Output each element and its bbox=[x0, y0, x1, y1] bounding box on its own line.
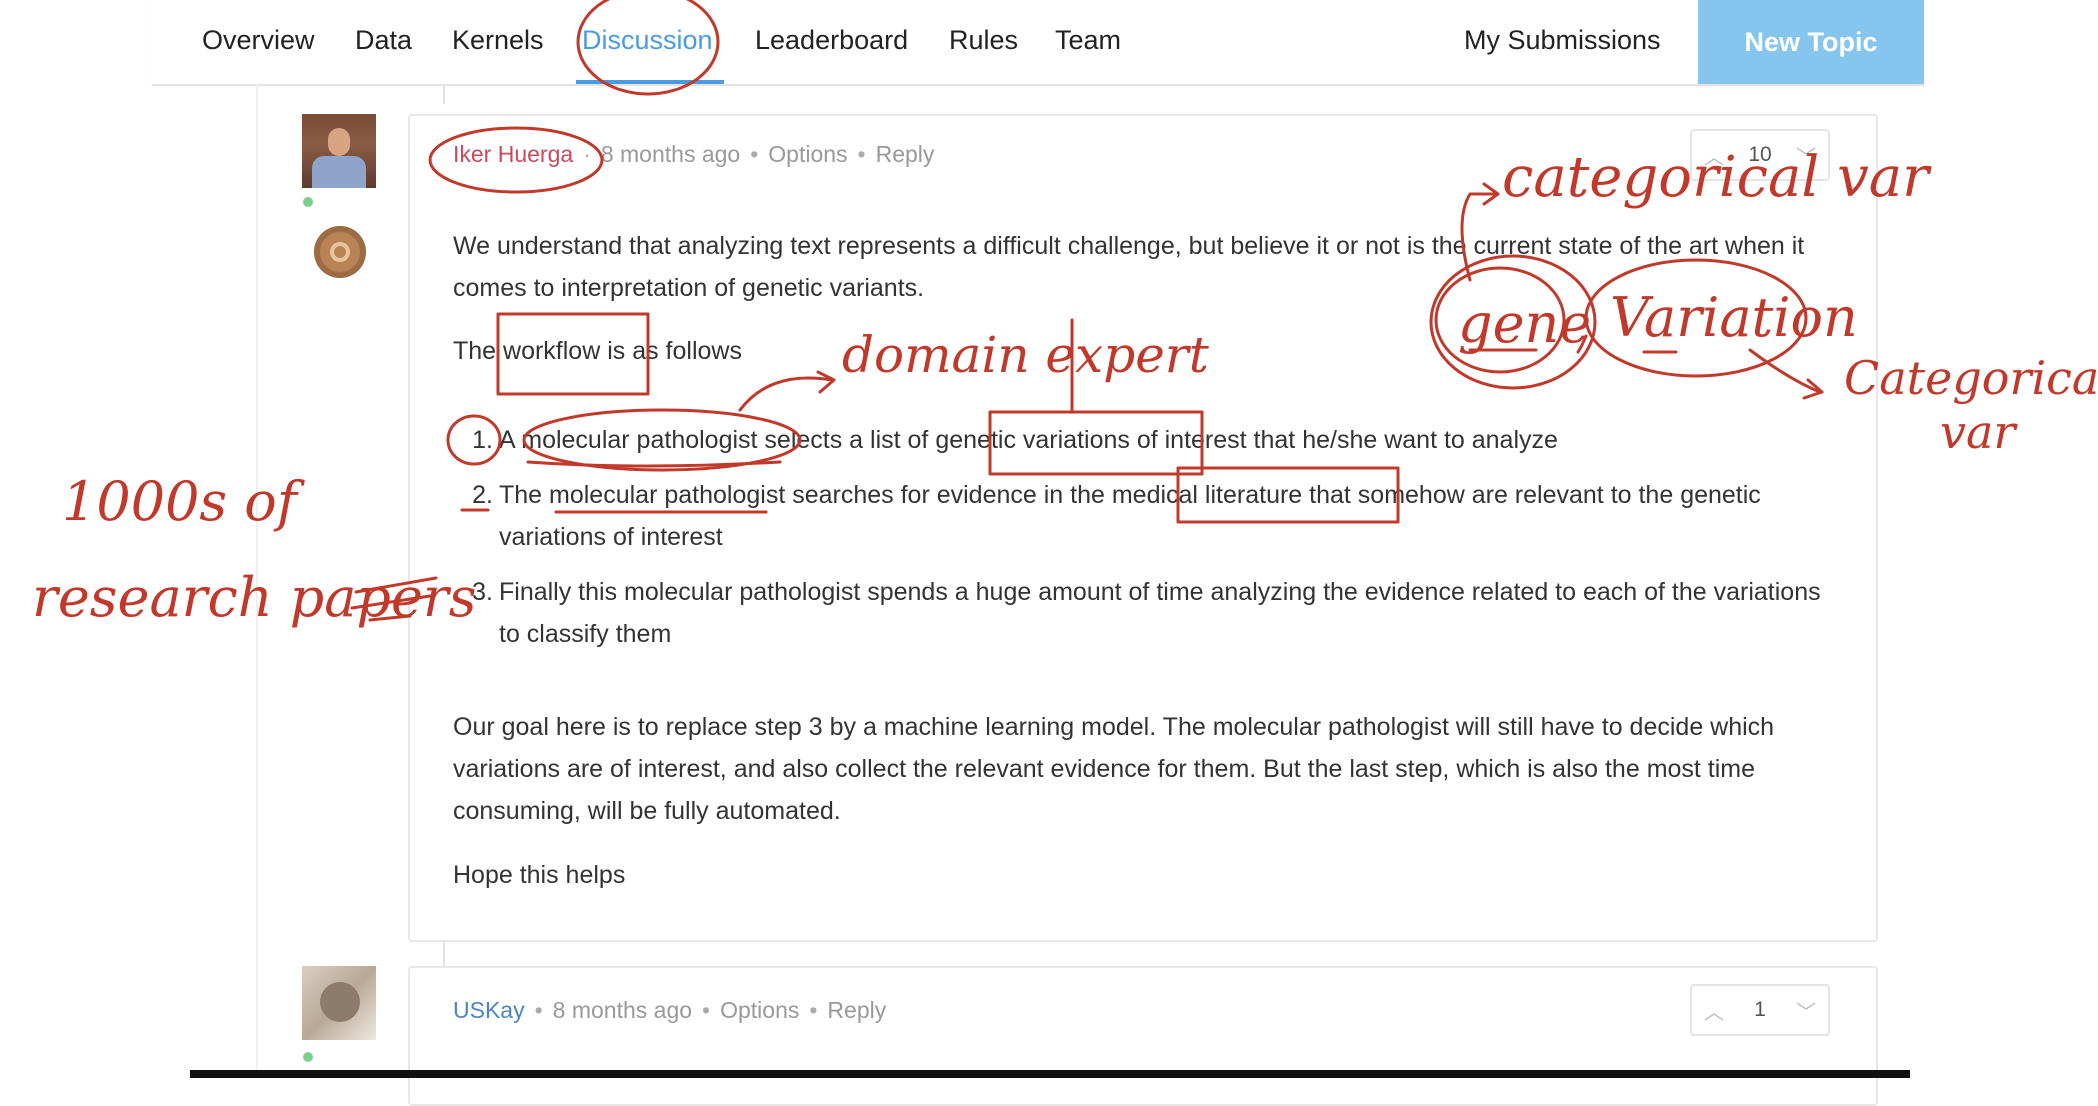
list-number: 3. bbox=[472, 578, 493, 606]
separator: • bbox=[750, 141, 759, 167]
window-bottom-edge bbox=[190, 1070, 1910, 1078]
list-item: 2. The molecular pathologist searches for… bbox=[453, 474, 1833, 558]
chevron-up-icon[interactable]: ︿ bbox=[1692, 986, 1736, 1034]
author-name[interactable]: USKay bbox=[453, 997, 525, 1023]
separator: • bbox=[809, 997, 818, 1023]
vote-count: 1 bbox=[1754, 998, 1766, 1021]
separator: • bbox=[534, 997, 543, 1023]
tab-team[interactable]: Team bbox=[1055, 22, 1121, 58]
comment-time: 8 months ago bbox=[600, 141, 741, 167]
thread-connector bbox=[443, 84, 445, 104]
list-number: 1. bbox=[472, 426, 493, 454]
list-item: 1. A molecular pathologist selects a list… bbox=[453, 419, 1833, 461]
separator: · bbox=[583, 141, 591, 167]
vote-widget: ︿ 1 ﹀ bbox=[1690, 984, 1830, 1036]
annotation-text: Categorical bbox=[1844, 351, 2098, 405]
separator: • bbox=[857, 141, 866, 167]
tab-leaderboard[interactable]: Leaderboard bbox=[755, 22, 908, 58]
left-rail bbox=[256, 84, 258, 1078]
new-topic-button[interactable]: New Topic bbox=[1698, 0, 1924, 84]
reply-link[interactable]: Reply bbox=[827, 997, 886, 1023]
chevron-down-icon[interactable]: ﹀ bbox=[1784, 986, 1828, 1034]
list-text: Finally this molecular pathologist spend… bbox=[499, 578, 1821, 648]
comment-paragraph: Our goal here is to replace step 3 by a … bbox=[453, 713, 1775, 825]
separator: • bbox=[702, 997, 711, 1023]
tab-kernels[interactable]: Kernels bbox=[452, 22, 544, 58]
list-item: 3. Finally this molecular pathologist spe… bbox=[453, 571, 1833, 655]
comment-paragraph: The workflow is as follows bbox=[453, 337, 742, 365]
active-tab-indicator bbox=[576, 80, 724, 84]
comment-card bbox=[408, 966, 1878, 1106]
vote-count: 10 bbox=[1748, 143, 1772, 166]
vote-widget: ︿ 10 ﹀ bbox=[1690, 129, 1830, 181]
options-link[interactable]: Options bbox=[720, 997, 799, 1023]
annotation-text: var bbox=[1940, 405, 2018, 459]
medal-icon bbox=[314, 226, 366, 278]
avatar-body bbox=[312, 156, 366, 188]
author-name[interactable]: Iker Huerga bbox=[453, 141, 573, 167]
avatar-face bbox=[328, 128, 350, 156]
options-link[interactable]: Options bbox=[768, 141, 847, 167]
tab-rules[interactable]: Rules bbox=[949, 22, 1018, 58]
screen: Overview Data Kernels Discussion Leaderb… bbox=[0, 0, 2098, 1106]
comment-meta: USKay • 8 months ago • Options • Reply bbox=[453, 995, 886, 1025]
list-number: 2. bbox=[472, 481, 493, 509]
comment-time: 8 months ago bbox=[552, 997, 693, 1023]
online-status-dot bbox=[303, 1052, 313, 1062]
chevron-up-icon[interactable]: ︿ bbox=[1692, 131, 1736, 179]
comment-meta: Iker Huerga · 8 months ago • Options • Reply bbox=[453, 139, 934, 169]
list-text: A molecular pathologist selects a list o… bbox=[499, 426, 1558, 454]
comment-paragraph: We understand that analyzing text repres… bbox=[453, 232, 1805, 302]
chevron-down-icon[interactable]: ﹀ bbox=[1784, 131, 1828, 179]
workflow-list: 1. A molecular pathologist selects a list… bbox=[453, 419, 1833, 655]
tab-overview[interactable]: Overview bbox=[202, 22, 315, 58]
reply-link[interactable]: Reply bbox=[876, 141, 935, 167]
list-text: The molecular pathologist searches for e… bbox=[499, 481, 1761, 551]
comment-paragraph: Hope this helps bbox=[453, 861, 626, 889]
my-submissions-link[interactable]: My Submissions bbox=[1464, 22, 1661, 58]
avatar-image bbox=[320, 982, 360, 1022]
tab-discussion[interactable]: Discussion bbox=[582, 22, 713, 58]
annotation-arrow bbox=[368, 614, 412, 622]
competition-nav: Overview Data Kernels Discussion Leaderb… bbox=[152, 0, 1924, 86]
avatar[interactable] bbox=[302, 114, 376, 188]
avatar[interactable] bbox=[302, 966, 376, 1040]
tab-data[interactable]: Data bbox=[355, 22, 412, 58]
thread-connector bbox=[443, 942, 445, 968]
online-status-dot bbox=[303, 197, 313, 207]
annotation-text: 1000s of bbox=[62, 470, 305, 533]
